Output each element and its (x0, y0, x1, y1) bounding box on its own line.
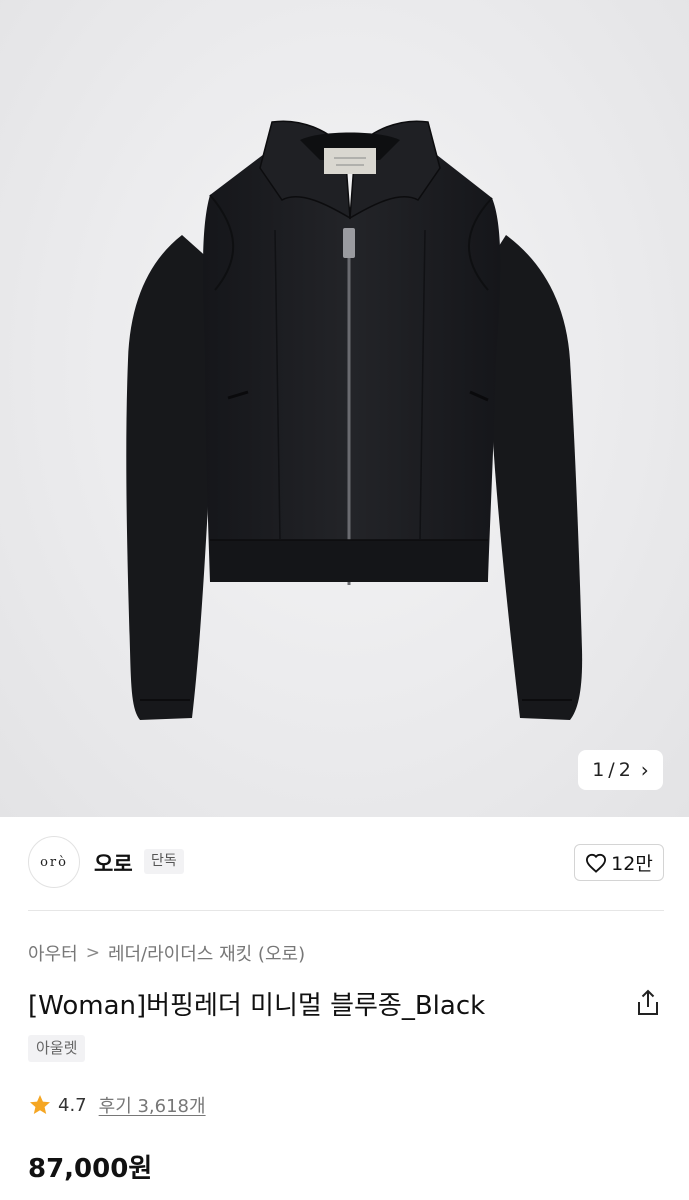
reviews-link[interactable]: 후기 3,618개 (99, 1092, 206, 1118)
pager-current: 1 (592, 759, 605, 781)
chevron-right-icon: › (640, 758, 649, 782)
breadcrumb-leather-jacket[interactable]: 레더/라이더스 재킷 (오로) (108, 940, 305, 966)
brand-row: orò 오로 단독 12만 (28, 836, 664, 892)
product-price: 87,000원 (28, 1154, 153, 1184)
gallery-pager[interactable]: 1 / 2 › (578, 750, 663, 790)
breadcrumb: 아우터 > 레더/라이더스 재킷 (오로) (28, 940, 305, 966)
share-icon[interactable] (634, 988, 662, 1018)
brand-logo-text: orò (40, 854, 68, 870)
heart-icon (586, 853, 607, 873)
brand-name[interactable]: 오로 (94, 848, 133, 878)
like-button[interactable]: 12만 (574, 844, 664, 881)
breadcrumb-outer[interactable]: 아우터 (28, 940, 78, 966)
brand-logo[interactable]: orò (28, 836, 80, 888)
product-title: [Woman]버핑레더 미니멀 블루종_Black (28, 991, 486, 1021)
rating-row: 4.7 후기 3,618개 (28, 1092, 206, 1118)
pager-separator: / (608, 759, 615, 781)
divider (28, 910, 664, 911)
exclusive-badge: 단독 (144, 849, 184, 874)
jacket-image (126, 120, 583, 720)
rating-score: 4.7 (58, 1094, 87, 1116)
star-icon (30, 1095, 50, 1114)
breadcrumb-separator: > (85, 943, 100, 963)
product-image-gallery[interactable]: 1 / 2 › (0, 0, 689, 817)
pager-total: 2 (618, 759, 631, 781)
outlet-tag: 아울렛 (28, 1035, 86, 1062)
like-count: 12만 (611, 853, 653, 875)
